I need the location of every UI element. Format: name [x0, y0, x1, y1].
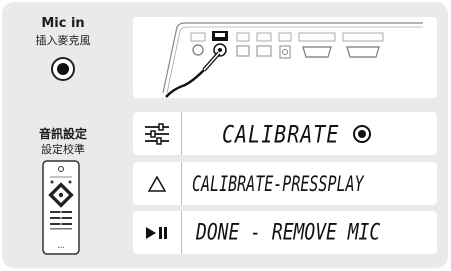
step-row-done: DONE - REMOVE MIC: [133, 211, 437, 254]
calibration-subtitle: 設定校準: [41, 143, 85, 156]
step-row-calibrate: CALIBRATE: [133, 112, 437, 155]
rear-panel-icon: [162, 22, 423, 98]
lcd-display-text: CALIBRATE: [222, 119, 340, 148]
connector-diagram: [133, 17, 437, 98]
sliders-icon: [133, 112, 182, 155]
mic-jack-icon: [51, 57, 75, 81]
step-row-press-play: CALIBRATE-PRESSPLAY: [133, 162, 437, 205]
play-pause-icon: [133, 211, 182, 254]
lcd-display-text: CALIBRATE-PRESSPLAY: [192, 170, 364, 197]
remote-control-icon: •••: [42, 160, 80, 255]
mic-in-subtitle: 插入麥克風: [35, 34, 91, 47]
lcd-display-text: DONE - REMOVE MIC: [196, 219, 381, 246]
instruction-panel: Mic in 插入麥克風 音訊設定 設定校準 ••• CALIBRATE CAL…: [2, 2, 448, 268]
calibration-title: 音訊設定: [38, 127, 87, 141]
svg-text:•••: •••: [57, 245, 64, 250]
triangle-up-icon: [133, 162, 182, 205]
record-icon: [353, 124, 372, 143]
mic-in-title: Mic in: [41, 16, 85, 31]
